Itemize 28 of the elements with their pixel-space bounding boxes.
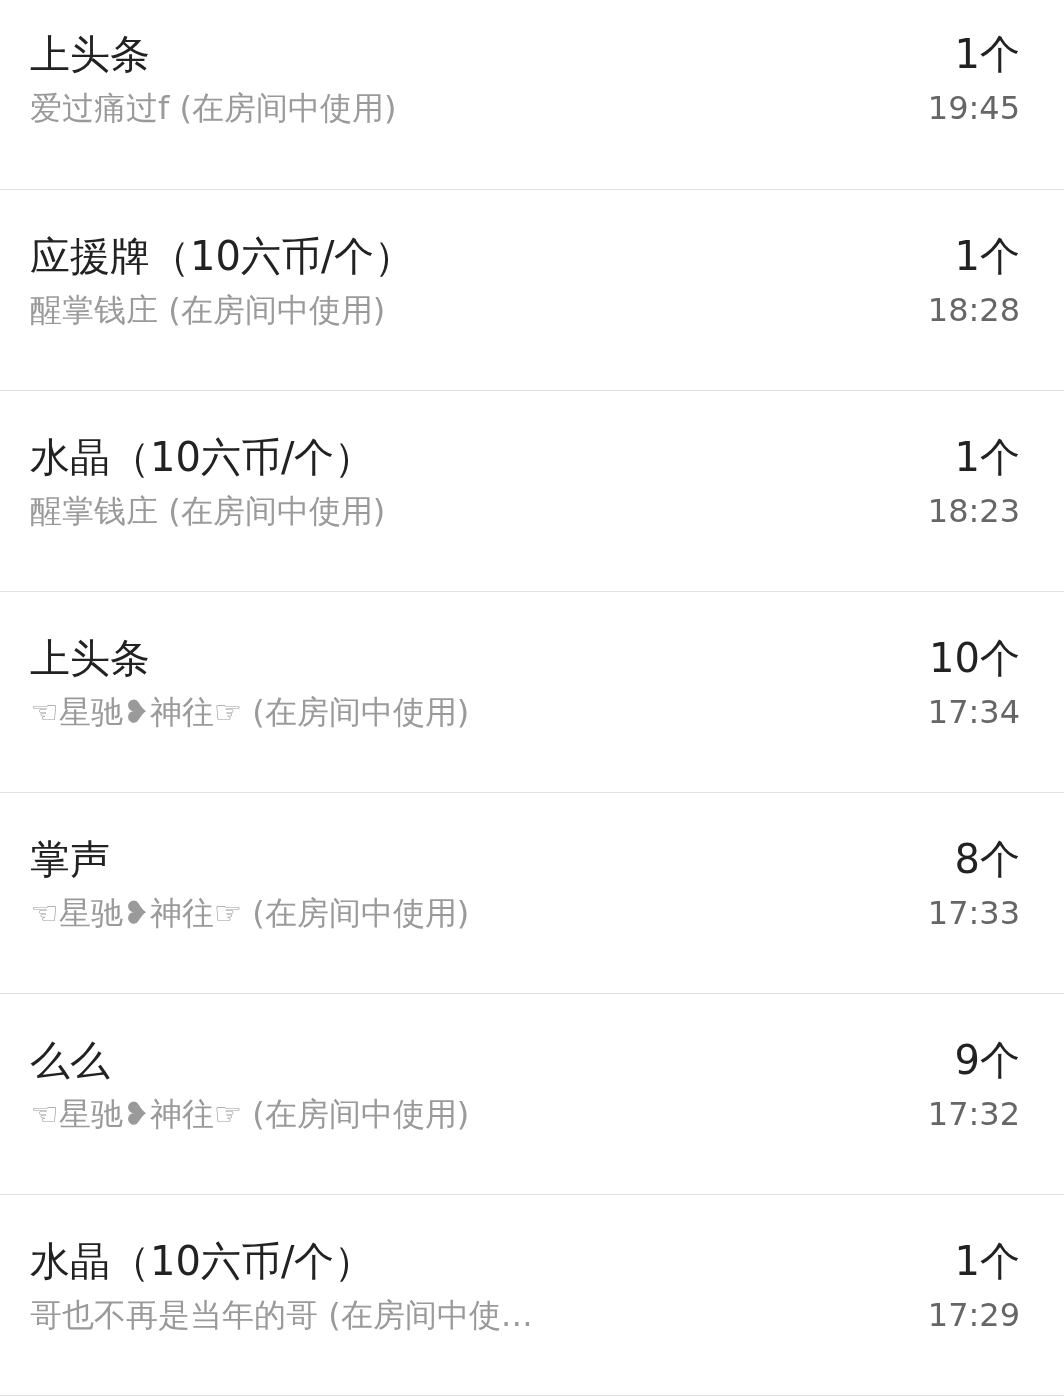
time-label: 19:45 [927, 88, 1020, 129]
gift-name: 掌声 [30, 835, 111, 883]
gift-name: 应援牌（10六币/个） [30, 232, 415, 280]
time-label: 17:29 [927, 1295, 1020, 1336]
gift-name: 水晶（10六币/个） [30, 1237, 376, 1285]
gift-name: 上头条 [30, 30, 151, 78]
time-label: 17:34 [927, 692, 1020, 733]
time-label: 18:23 [927, 491, 1020, 532]
sender-name: 醒掌钱庄 (在房间中使用) [30, 290, 387, 331]
gift-count: 1个 [954, 433, 1020, 481]
gift-count: 10个 [929, 634, 1020, 682]
sender-name: 爱过痛过f (在房间中使用) [30, 88, 397, 129]
gift-name: 水晶（10六币/个） [30, 433, 376, 481]
sender-name: ☜星驰❥神往☞ (在房间中使用) [30, 893, 470, 934]
sender-name: 哥也不再是当年的哥 (在房间中使… [30, 1295, 533, 1336]
time-label: 17:32 [927, 1094, 1020, 1135]
gift-name: 么么 [30, 1036, 111, 1084]
gift-count: 1个 [954, 232, 1020, 280]
gift-name: 上头条 [30, 634, 151, 682]
time-label: 18:28 [927, 290, 1020, 331]
sender-name: 醒掌钱庄 (在房间中使用) [30, 491, 386, 532]
gift-count: 8个 [954, 835, 1020, 883]
gift-count: 1个 [954, 1237, 1020, 1285]
sender-name: ☜星驰❥神往☞ (在房间中使用) [30, 1094, 470, 1135]
gift-count: 9个 [954, 1036, 1020, 1084]
gift-count: 1个 [954, 30, 1020, 78]
time-label: 17:33 [927, 893, 1020, 934]
sender-name: ☜星驰❥神往☞ (在房间中使用) [30, 692, 470, 733]
